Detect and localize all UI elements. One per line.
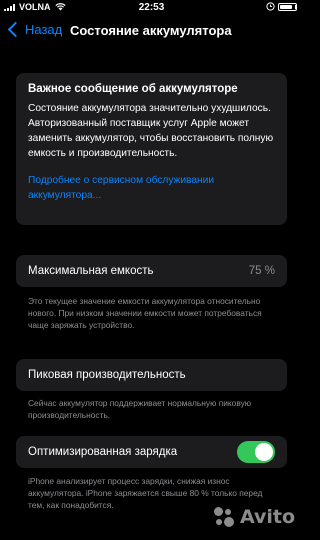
navigation-bar: Назад Состояние аккумулятора bbox=[0, 17, 303, 45]
battery-fill bbox=[280, 4, 292, 9]
max-capacity-value: 75 % bbox=[248, 265, 275, 277]
status-bar: VOLNA 22:53 bbox=[0, 0, 303, 15]
optimized-charging-row: Оптимизированная зарядка bbox=[16, 436, 287, 468]
battery-icon bbox=[278, 2, 297, 11]
peak-performance-label: Пиковая производительность bbox=[28, 369, 186, 381]
optimized-charging-toggle[interactable] bbox=[237, 441, 275, 463]
max-capacity-label: Максимальная емкость bbox=[28, 265, 154, 277]
peak-performance-row: Пиковая производительность bbox=[16, 359, 287, 391]
avito-watermark: Avito bbox=[213, 506, 295, 528]
battery-health-screen: VOLNA 22:53 Назад Состояние аккумулятора… bbox=[0, 0, 303, 540]
toggle-knob bbox=[255, 443, 273, 461]
warning-body: Состояние аккумулятора значительно ухудш… bbox=[28, 103, 274, 159]
avito-logo-icon bbox=[213, 506, 235, 528]
peak-performance-footnote: Сейчас аккумулятор поддерживает нормальн… bbox=[28, 398, 252, 420]
optimized-charging-label: Оптимизированная зарядка bbox=[28, 446, 178, 458]
battery-warning-card: Важное сообщение об аккумуляторе Состоян… bbox=[16, 73, 287, 225]
service-info-link[interactable]: Подробнее о сервисном обслуживании аккум… bbox=[28, 173, 275, 203]
status-time: 22:53 bbox=[138, 2, 165, 13]
avito-watermark-text: Avito bbox=[239, 506, 295, 528]
max-capacity-footnote: Это текущее значение емкости аккумулятор… bbox=[28, 296, 262, 330]
alarm-icon bbox=[266, 2, 275, 11]
warning-title: Важное сообщение об аккумуляторе bbox=[28, 83, 238, 95]
max-capacity-row: Максимальная емкость 75 % bbox=[16, 255, 287, 287]
status-right bbox=[266, 2, 297, 11]
battery-cap bbox=[295, 4, 297, 9]
page-title: Состояние аккумулятора bbox=[70, 23, 232, 38]
